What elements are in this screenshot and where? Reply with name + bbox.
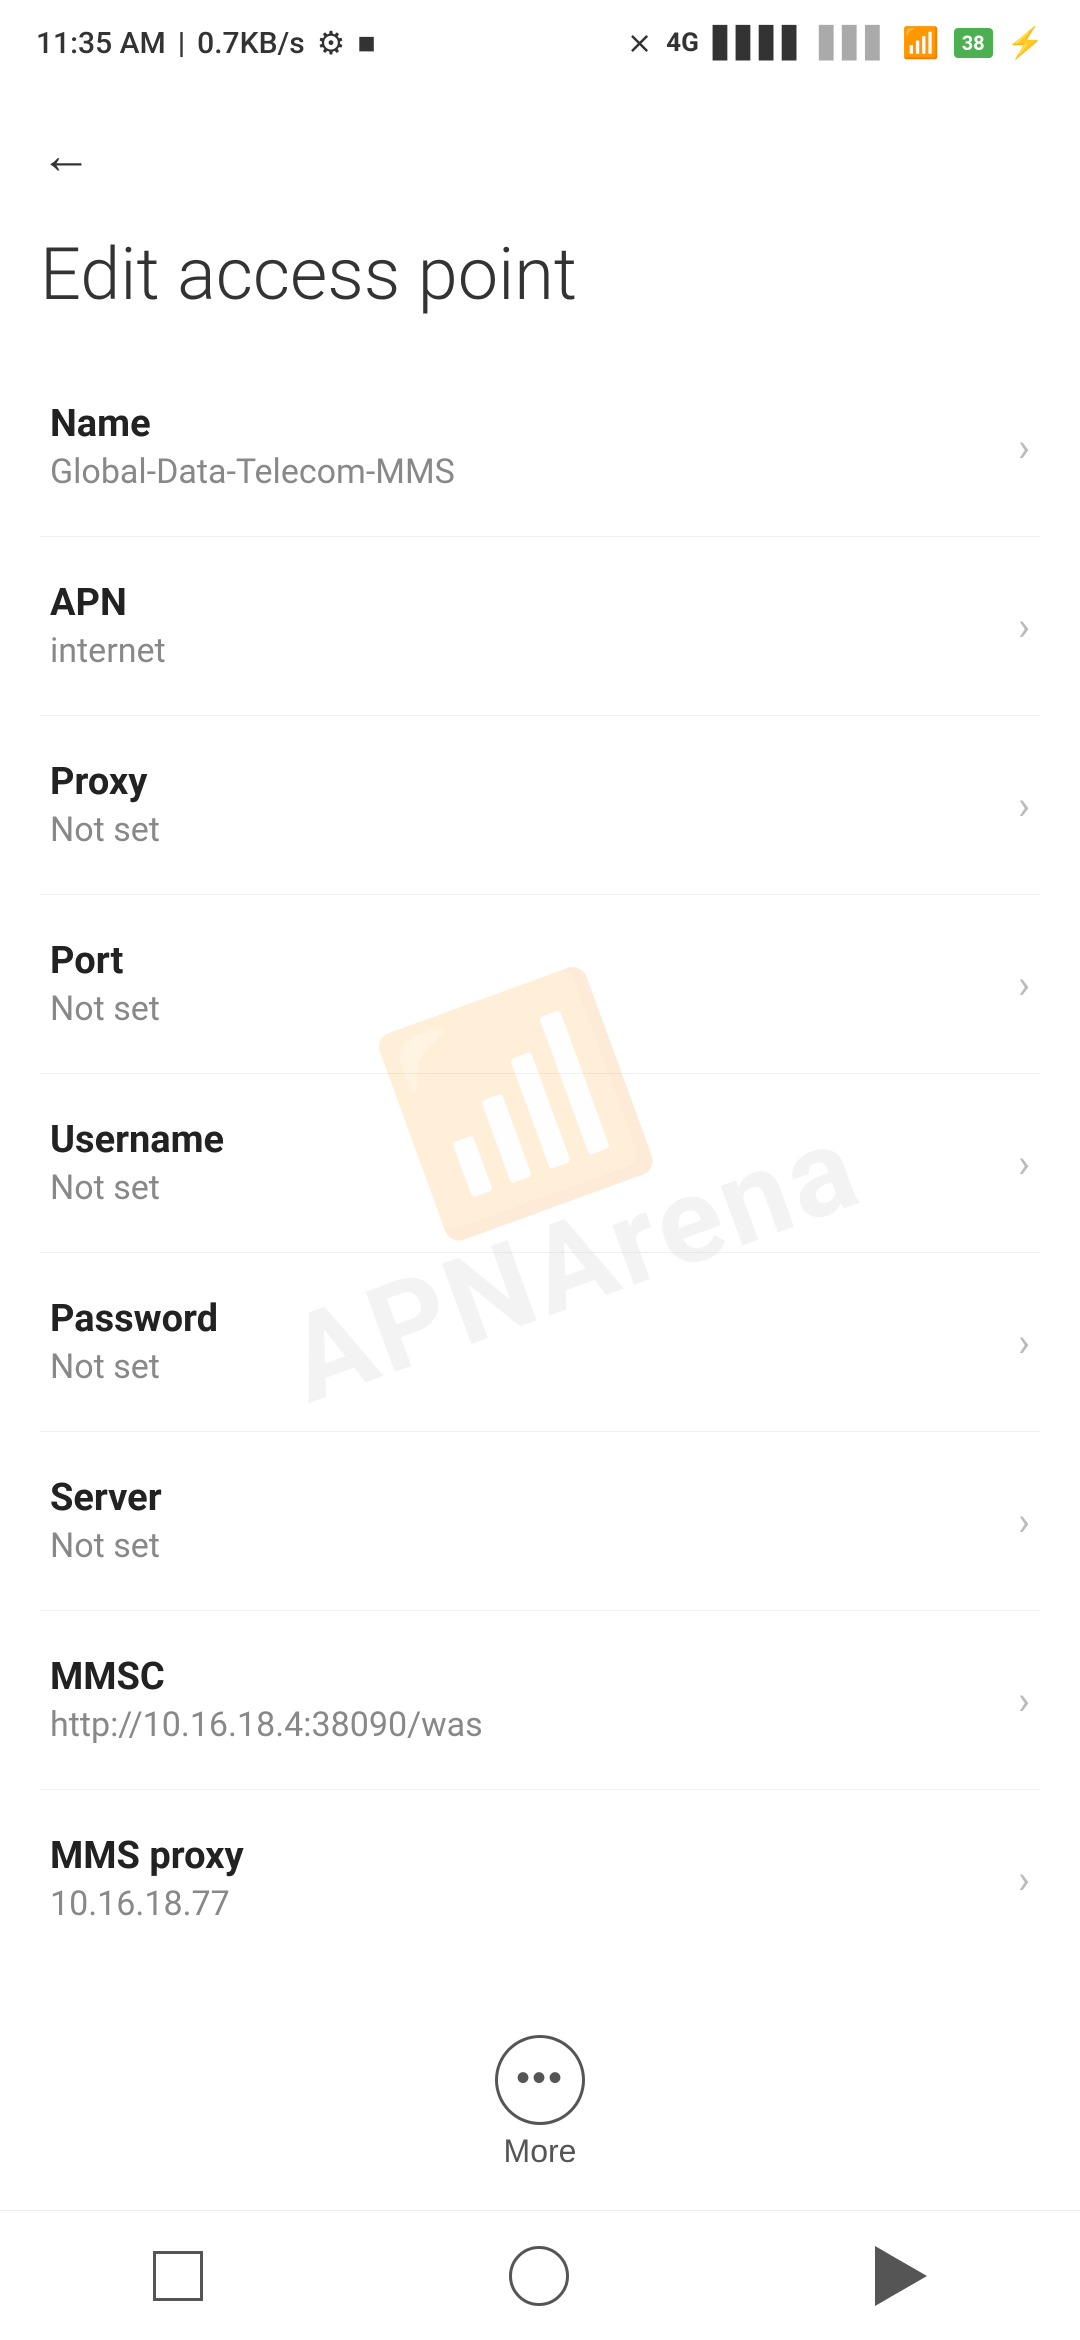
chevron-icon-password: › [1018, 1319, 1030, 1366]
status-bar: 11:35 AM | 0.7KB/s ⚙ ■ ⨯ 4G ▋▋▋▋ ▋▋▋ 📶 3… [0, 0, 1080, 80]
status-right: ⨯ 4G ▋▋▋▋ ▋▋▋ 📶 38 ⚡ [627, 26, 1044, 61]
status-left: 11:35 AM | 0.7KB/s ⚙ ■ [36, 24, 375, 62]
battery-bolt-icon: ⚡ [1007, 26, 1044, 61]
status-time: 11:35 AM [36, 26, 166, 61]
settings-item-mmsc[interactable]: MMSC http://10.16.18.4:38090/was › [40, 1611, 1040, 1790]
settings-label-server: Server [50, 1476, 998, 1520]
signal-bars-icon: ▋▋▋▋ [713, 26, 805, 61]
settings-item-server[interactable]: Server Not set › [40, 1432, 1040, 1611]
settings-value-username: Not set [50, 1168, 998, 1208]
settings-item-password[interactable]: Password Not set › [40, 1253, 1040, 1432]
settings-value-password: Not set [50, 1347, 998, 1387]
settings-value-name: Global-Data-Telecom-MMS [50, 452, 998, 492]
settings-label-apn: APN [50, 581, 998, 625]
settings-label-port: Port [50, 939, 998, 983]
settings-item-mms-proxy[interactable]: MMS proxy 10.16.18.77 › [40, 1790, 1040, 1968]
chevron-icon-mmsc: › [1018, 1677, 1030, 1724]
battery-indicator: 38 [954, 28, 993, 58]
bluetooth-icon: ⨯ [627, 26, 652, 61]
chevron-icon-username: › [1018, 1140, 1030, 1187]
more-label: More [504, 2133, 577, 2170]
settings-value-port: Not set [50, 989, 998, 1029]
settings-label-name: Name [50, 402, 998, 446]
nav-recents-icon [153, 2251, 203, 2301]
chevron-icon-server: › [1018, 1498, 1030, 1545]
nav-home-button[interactable] [469, 2226, 609, 2326]
video-icon: ■ [357, 26, 375, 61]
signal-bars2-icon: ▋▋▋ [819, 26, 888, 61]
nav-recents-button[interactable] [113, 2231, 243, 2321]
more-section: ••• More [0, 2035, 1080, 2170]
settings-label-mms-proxy: MMS proxy [50, 1834, 998, 1878]
chevron-icon-proxy: › [1018, 782, 1030, 829]
more-dots-icon: ••• [516, 2056, 564, 2101]
settings-item-apn[interactable]: APN internet › [40, 537, 1040, 716]
status-separator: | [178, 26, 185, 61]
settings-label-password: Password [50, 1297, 998, 1341]
status-speed: 0.7KB/s [197, 26, 304, 61]
wifi-icon: 📶 [902, 26, 939, 61]
signal-4g-icon: 4G [666, 28, 699, 58]
settings-value-mmsc: http://10.16.18.4:38090/was [50, 1705, 998, 1745]
chevron-icon-mms-proxy: › [1018, 1856, 1030, 1903]
header: ← [0, 80, 1080, 212]
back-button[interactable]: ← [30, 120, 102, 192]
more-button[interactable]: ••• More [495, 2035, 585, 2170]
chevron-icon-port: › [1018, 961, 1030, 1008]
navigation-bar [0, 2210, 1080, 2340]
back-arrow-icon: ← [40, 127, 92, 185]
settings-item-name[interactable]: Name Global-Data-Telecom-MMS › [40, 358, 1040, 537]
settings-value-apn: internet [50, 631, 998, 671]
settings-item-port[interactable]: Port Not set › [40, 895, 1040, 1074]
chevron-icon-name: › [1018, 424, 1030, 471]
page-title: Edit access point [0, 212, 1080, 358]
settings-value-proxy: Not set [50, 810, 998, 850]
more-circle-icon: ••• [495, 2035, 585, 2125]
nav-home-icon [509, 2246, 569, 2306]
nav-back-button[interactable] [835, 2226, 967, 2326]
settings-value-server: Not set [50, 1526, 998, 1566]
settings-label-username: Username [50, 1118, 998, 1162]
chevron-icon-apn: › [1018, 603, 1030, 650]
settings-item-username[interactable]: Username Not set › [40, 1074, 1040, 1253]
settings-label-proxy: Proxy [50, 760, 998, 804]
settings-icon: ⚙ [317, 24, 346, 62]
settings-list: Name Global-Data-Telecom-MMS › APN inter… [0, 358, 1080, 1968]
settings-item-proxy[interactable]: Proxy Not set › [40, 716, 1040, 895]
settings-label-mmsc: MMSC [50, 1655, 998, 1699]
nav-back-icon [875, 2246, 927, 2306]
settings-value-mms-proxy: 10.16.18.77 [50, 1884, 998, 1924]
